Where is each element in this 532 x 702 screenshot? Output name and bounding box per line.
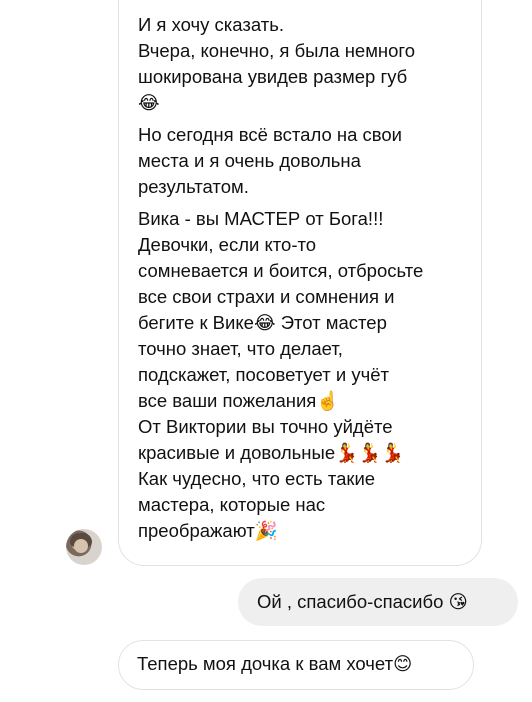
bottom-message-text: Теперь моя дочка к вам хочет😊 — [137, 653, 413, 674]
incoming-message-line-6: места и я очень довольна — [138, 150, 361, 171]
incoming-message-line-2: Вчера, конечно, я была немного — [138, 40, 416, 61]
incoming-message-line-13: точно знает, что делает, — [138, 338, 343, 359]
incoming-message-line-3: шокирована увидев размер губ — [138, 66, 408, 87]
incoming-message-line-9: Девочки, если кто-то — [138, 234, 317, 255]
incoming-message-line-11: все свои страхи и сомнения и — [138, 286, 395, 307]
incoming-message-line-8: Вика - вы МАСТЕР от Бога!!! — [138, 208, 384, 229]
incoming-message-line-17: красивые и довольные💃💃💃 — [138, 442, 405, 463]
incoming-message-line-7: результатом. — [138, 176, 249, 197]
incoming-message-line-20: преображают🎉 — [138, 520, 278, 541]
incoming-message-line-10: сомневается и боится, отбросьте — [138, 260, 424, 281]
incoming-message-line-16: От Виктории вы точно уйдёте — [138, 416, 393, 437]
incoming-message-line-4: 😂 — [138, 92, 160, 113]
incoming-message-line-14: подскажет, посоветует и учёт — [138, 364, 389, 385]
incoming-message-line-15: все ваши пожелания☝️ — [138, 390, 340, 411]
incoming-message-line-18: Как чудесно, что есть такие — [138, 468, 376, 489]
sender-avatar[interactable] — [66, 529, 102, 565]
incoming-message-line-19: мастера, которые нас — [138, 494, 326, 515]
incoming-message-line-1: И я хочу сказать. — [138, 14, 284, 35]
avatar-face-shape — [74, 539, 88, 553]
outgoing-message-text: Ой , спасибо-спасибо 😘 — [257, 591, 468, 612]
incoming-message-line-12: бегите к Вике😂 Этот мастер — [138, 312, 387, 333]
incoming-message-line-5: Но сегодня всё встало на свои — [138, 124, 403, 145]
